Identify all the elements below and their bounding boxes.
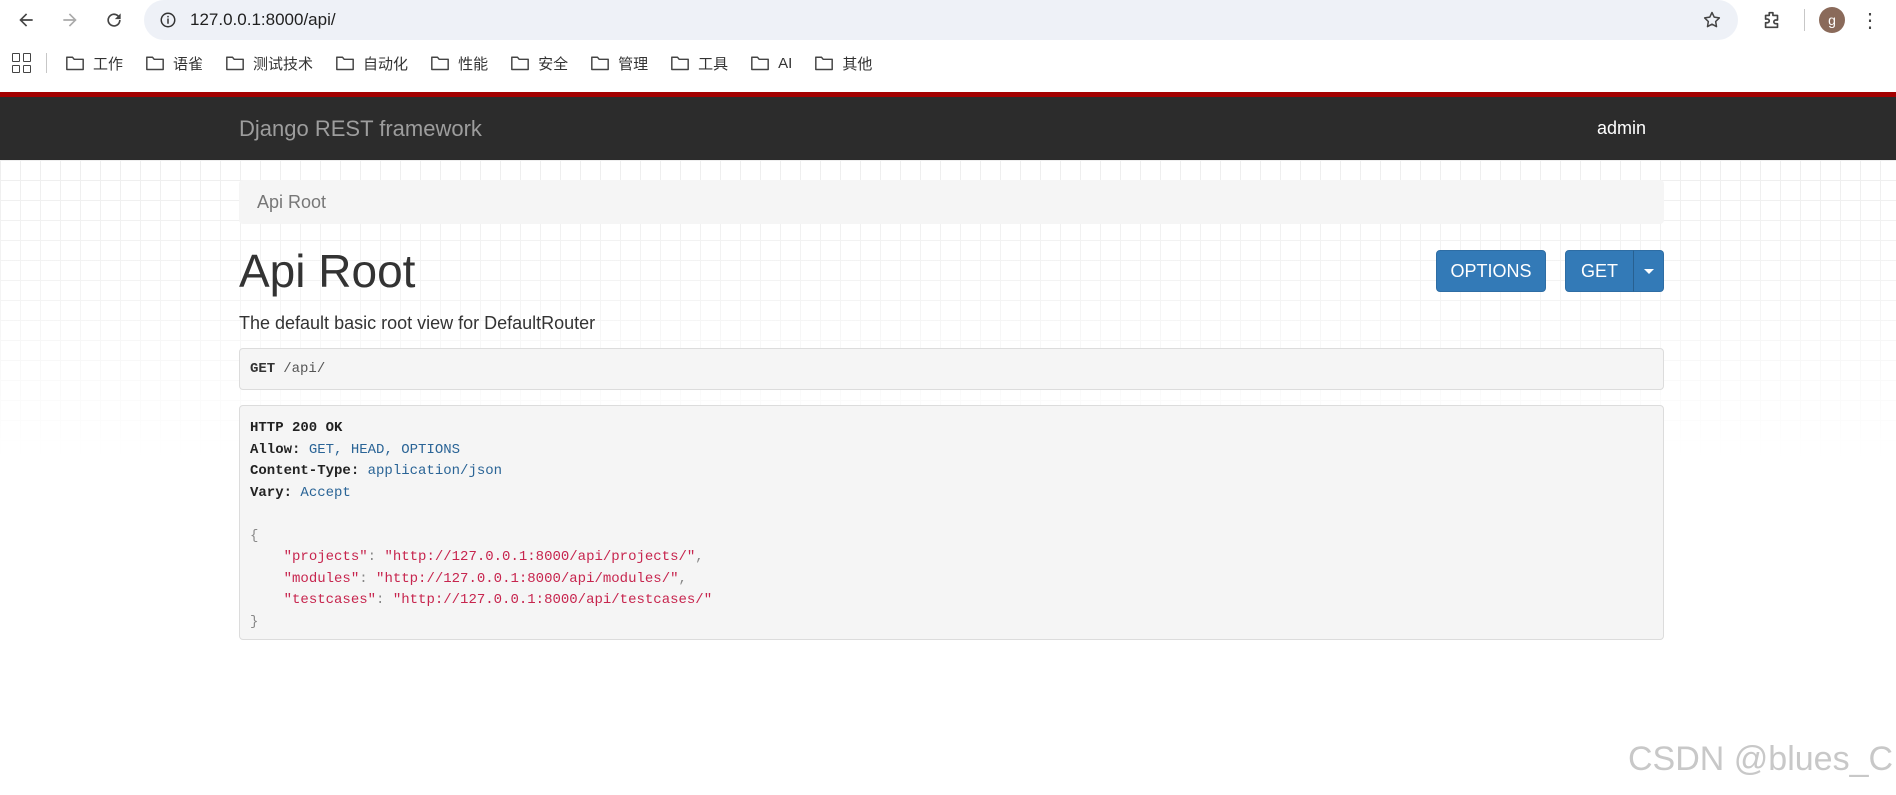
address-bar[interactable]: 127.0.0.1:8000/api/ xyxy=(144,0,1738,40)
options-button[interactable]: OPTIONS xyxy=(1436,250,1546,292)
watermark: CSDN @blues_C xyxy=(1628,740,1894,778)
json-link-modules[interactable]: "http://127.0.0.1:8000/api/modules/" xyxy=(376,571,678,587)
site-info-icon[interactable] xyxy=(158,10,178,30)
response-header: Allow: GET, HEAD, OPTIONS xyxy=(250,441,461,458)
bookmark-folder[interactable]: 语雀 xyxy=(145,53,203,74)
request-path: /api/ xyxy=(283,361,326,377)
bookmark-folder[interactable]: 测试技术 xyxy=(225,53,313,74)
apps-grid-icon[interactable] xyxy=(12,53,32,73)
bookmark-folder[interactable]: 自动化 xyxy=(335,53,408,74)
bookmark-folder[interactable]: 性能 xyxy=(430,53,488,74)
response-status: HTTP 200 OK xyxy=(250,420,343,436)
folder-icon xyxy=(146,56,164,71)
arrow-right-icon xyxy=(63,13,77,27)
menu-kebab-icon[interactable]: ⋮ xyxy=(1855,2,1885,38)
page-title: Api Root xyxy=(239,245,416,297)
breadcrumb-item-api-root[interactable]: Api Root xyxy=(257,192,326,213)
bookmarks-bar: 工作 语雀 测试技术 自动化 性能 安全 管理 工具 AI 其他 xyxy=(0,40,1896,86)
bookmarks-divider xyxy=(46,53,47,73)
folder-icon xyxy=(336,56,354,71)
profile-avatar[interactable]: g xyxy=(1819,7,1845,33)
bookmark-folder[interactable]: 其他 xyxy=(814,53,872,74)
folder-icon xyxy=(511,56,529,71)
folder-icon xyxy=(431,56,449,71)
folder-icon xyxy=(671,56,690,71)
toolbar-divider xyxy=(1804,9,1805,31)
bookmark-folder[interactable]: 工作 xyxy=(65,53,123,74)
get-button[interactable]: GET xyxy=(1565,250,1634,292)
page-viewport: Django REST framework admin Api Root Api… xyxy=(0,92,1896,795)
request-method: GET xyxy=(250,361,276,377)
url-text[interactable]: 127.0.0.1:8000/api/ xyxy=(190,10,1700,30)
breadcrumb: Api Root xyxy=(239,180,1664,224)
folder-icon xyxy=(226,56,244,71)
folder-icon xyxy=(815,56,834,71)
browser-toolbar: 127.0.0.1:8000/api/ g ⋮ xyxy=(0,0,1896,40)
json-link-projects[interactable]: "http://127.0.0.1:8000/api/projects/" xyxy=(384,549,695,565)
bookmark-folder[interactable]: 管理 xyxy=(590,53,648,74)
main-content: Api Root Api Root OPTIONS GET The defaul… xyxy=(239,92,1664,795)
forward-button[interactable] xyxy=(52,2,88,38)
reload-button[interactable] xyxy=(96,2,132,38)
json-entry: "projects": "http://127.0.0.1:8000/api/p… xyxy=(283,549,704,565)
get-format-dropdown-button[interactable] xyxy=(1633,250,1664,292)
bookmark-star-icon[interactable] xyxy=(1700,8,1724,32)
json-entry: "testcases": "http://127.0.0.1:8000/api/… xyxy=(283,592,713,608)
bookmark-folder[interactable]: 工具 xyxy=(670,53,728,74)
folder-icon xyxy=(751,56,770,71)
extensions-icon[interactable] xyxy=(1754,2,1790,38)
response-header: Content-Type: application/json xyxy=(250,463,503,479)
json-link-testcases[interactable]: "http://127.0.0.1:8000/api/testcases/" xyxy=(393,592,712,608)
json-open-brace: { xyxy=(250,527,259,544)
arrow-left-icon xyxy=(19,13,33,27)
folder-icon xyxy=(66,56,84,71)
bookmark-folder[interactable]: AI xyxy=(750,54,792,72)
response-info: HTTP 200 OK Allow: GET, HEAD, OPTIONS Co… xyxy=(239,405,1664,640)
response-header: Vary: Accept xyxy=(250,484,351,501)
caret-down-icon xyxy=(1643,268,1654,274)
back-button[interactable] xyxy=(8,2,44,38)
folder-icon xyxy=(591,56,610,71)
view-description: The default basic root view for DefaultR… xyxy=(239,313,596,333)
bookmark-folder[interactable]: 安全 xyxy=(510,53,568,74)
request-info: GET /api/ xyxy=(239,348,1664,390)
json-entry: "modules": "http://127.0.0.1:8000/api/mo… xyxy=(283,570,687,587)
reload-icon xyxy=(107,13,121,27)
json-close-brace: } xyxy=(250,613,259,630)
